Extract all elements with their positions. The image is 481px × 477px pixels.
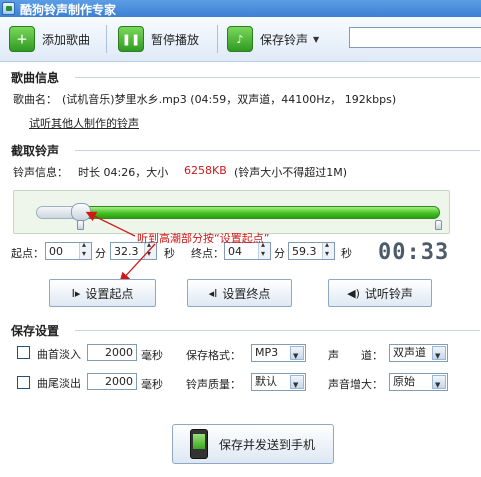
pause-play-button[interactable]: ❚❚ 暂停播放 — [118, 24, 199, 54]
spinner-arrows-icon[interactable] — [322, 240, 334, 259]
boost-value: 原始 — [393, 375, 415, 388]
boost-select[interactable]: 原始 — [389, 373, 448, 393]
section-divider — [75, 150, 480, 151]
start-marker[interactable] — [77, 220, 84, 230]
fade-in-input[interactable]: 2000 — [87, 344, 137, 361]
toolbar: ＋ 添加歌曲 ❚❚ 暂停播放 ♪ 保存铃声 ▼ — [0, 17, 481, 62]
toolbar-search-input[interactable] — [349, 27, 481, 48]
song-name-value: (试机音乐)梦里水乡.mp3 (04:59，双声道，44100Hz， 192kb… — [62, 93, 397, 106]
end-second-value: 59.3 — [292, 245, 317, 258]
plus-icon: ＋ — [9, 26, 35, 52]
minute-unit: 分 — [274, 247, 285, 260]
start-minute-spinner[interactable]: 00 — [45, 240, 92, 260]
quality-select[interactable]: 默认 — [251, 373, 306, 393]
ringtone-info-value: 时长 04:26，大小 — [78, 166, 169, 179]
boost-label: 声音增大： — [328, 378, 383, 391]
second-unit: 秒 — [341, 247, 352, 260]
set-start-icon: I▸ — [71, 286, 81, 300]
fade-out-label: 曲尾淡出 — [37, 377, 81, 390]
channel-select[interactable]: 双声道 — [389, 344, 448, 364]
size-limit-note: (铃声大小不得超过1M) — [234, 166, 348, 179]
dropdown-arrow-icon[interactable] — [432, 375, 446, 393]
fade-out-input[interactable]: 2000 — [87, 373, 137, 390]
ms-unit: 毫秒 — [141, 349, 163, 362]
toolbar-separator — [106, 25, 107, 53]
pause-icon: ❚❚ — [118, 26, 144, 52]
window-title: 酷狗铃声制作专家 — [20, 3, 117, 17]
end-marker[interactable] — [435, 220, 442, 230]
set-start-button[interactable]: I▸ 设置起点 — [49, 279, 156, 307]
second-unit: 秒 — [164, 247, 175, 260]
chevron-down-icon: ▼ — [313, 34, 320, 44]
fade-out-checkbox[interactable] — [17, 376, 30, 389]
format-value: MP3 — [255, 346, 279, 359]
channel-value: 双声道 — [393, 346, 426, 359]
save-ringtone-button[interactable]: ♪ 保存铃声 ▼ — [227, 24, 319, 54]
section-divider — [75, 330, 480, 331]
phone-icon — [190, 429, 208, 459]
cut-ringtone-title: 截取铃声 — [11, 144, 60, 158]
try-others-link[interactable]: 试听其他人制作的铃声 — [29, 115, 139, 131]
dropdown-arrow-icon[interactable] — [432, 346, 446, 364]
end-minute-value: 04 — [228, 245, 242, 258]
ms-unit: 毫秒 — [141, 378, 163, 391]
format-select[interactable]: MP3 — [251, 344, 306, 364]
dropdown-arrow-icon[interactable] — [290, 375, 304, 393]
range-slider[interactable] — [13, 190, 450, 234]
end-second-spinner[interactable]: 59.3 — [288, 240, 335, 260]
quality-value: 默认 — [255, 375, 277, 388]
channel-label: 声 道： — [328, 349, 383, 362]
save-settings-title: 保存设置 — [11, 324, 60, 338]
speaker-icon: ◀) — [347, 286, 360, 300]
set-start-label: 设置起点 — [85, 286, 134, 301]
end-label: 终点： — [191, 247, 224, 260]
ringtone-info-label: 铃声信息： — [13, 166, 68, 179]
minute-unit: 分 — [95, 247, 106, 260]
add-song-label: 添加歌曲 — [42, 32, 91, 47]
dropdown-arrow-icon[interactable] — [290, 346, 304, 364]
fade-in-label: 曲首淡入 — [37, 348, 81, 361]
slider-start-handle[interactable] — [71, 203, 91, 221]
format-label: 保存格式： — [186, 349, 241, 362]
section-divider — [75, 77, 480, 78]
duration-timer: 00:33 — [378, 240, 450, 265]
song-name-label: 歌曲名： — [13, 93, 57, 106]
start-second-value: 32.3 — [114, 245, 139, 258]
song-info-title: 歌曲信息 — [11, 71, 60, 85]
quality-label: 铃声质量： — [186, 378, 241, 391]
set-end-icon: ◂I — [208, 286, 218, 300]
app-icon — [2, 2, 15, 15]
pause-play-label: 暂停播放 — [151, 32, 200, 47]
music-note-icon: ♪ — [227, 26, 253, 52]
set-end-label: 设置终点 — [222, 286, 271, 301]
add-song-button[interactable]: ＋ 添加歌曲 — [9, 24, 90, 54]
spinner-arrows-icon[interactable] — [79, 240, 91, 259]
fade-in-checkbox[interactable] — [17, 346, 30, 359]
preview-ringtone-button[interactable]: ◀) 试听铃声 — [328, 279, 432, 307]
save-send-label: 保存并发送到手机 — [219, 437, 316, 452]
start-minute-value: 00 — [49, 245, 63, 258]
save-ringtone-label: 保存铃声 — [260, 32, 309, 47]
preview-label: 试听铃声 — [364, 286, 413, 301]
save-send-button[interactable]: 保存并发送到手机 — [172, 424, 334, 464]
start-label: 起点： — [11, 247, 44, 260]
instruction-annotation: 听到高潮部分按“设置起点” — [137, 232, 270, 245]
ringtone-size: 6258KB — [184, 164, 227, 177]
set-end-button[interactable]: ◂I 设置终点 — [187, 279, 292, 307]
toolbar-separator — [217, 25, 218, 53]
title-bar: 酷狗铃声制作专家 — [0, 0, 481, 17]
slider-selected-range — [84, 206, 440, 219]
